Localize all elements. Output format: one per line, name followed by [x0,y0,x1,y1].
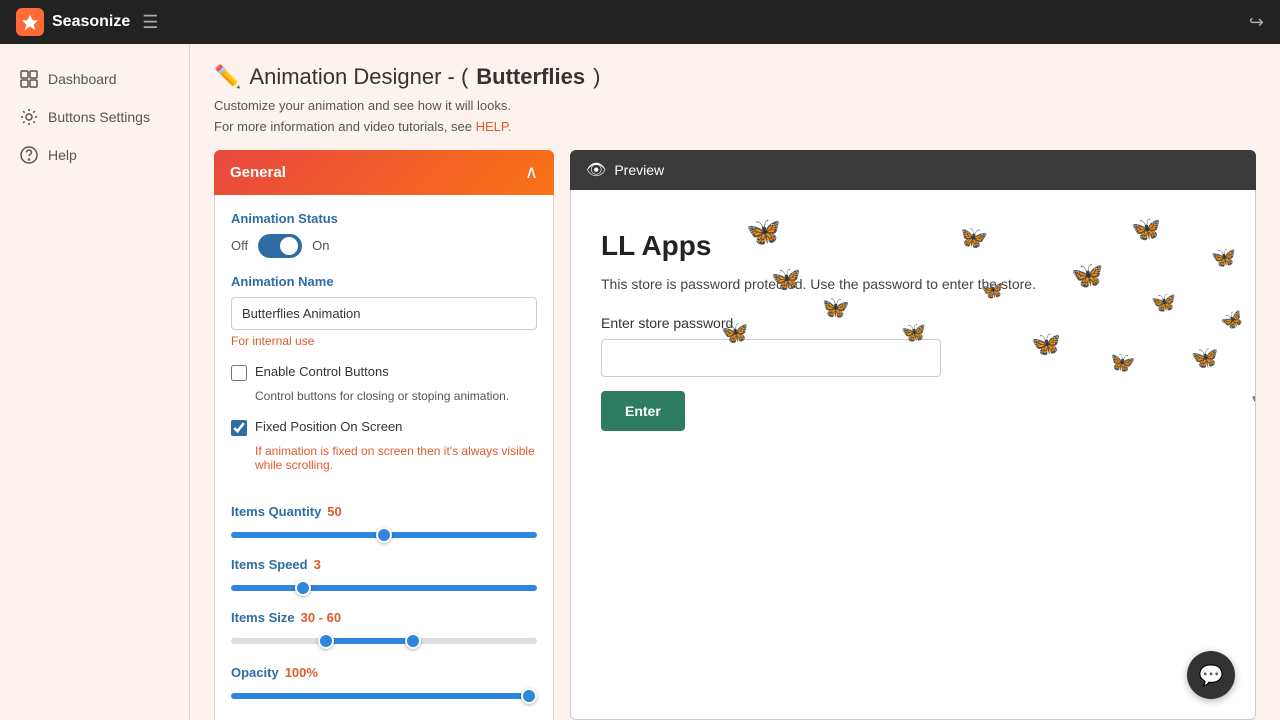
section-body: Animation Status Off On Animation Name [214,195,554,720]
preview-inner: LL Apps This store is password protected… [571,190,1255,461]
items-size-header: Items Size 30 - 60 [231,610,537,625]
fixed-position-row: Fixed Position On Screen [231,419,537,436]
sidebar-item-buttons-settings[interactable]: Buttons Settings [0,98,189,136]
animation-status-label: Animation Status [231,211,537,226]
items-quantity-label: Items Quantity [231,504,321,519]
animation-name-input[interactable] [231,297,537,330]
items-quantity-value: 50 [327,504,341,519]
sidebar-buttons-label: Buttons Settings [48,109,150,125]
logo: Seasonize [16,8,130,36]
items-size-label: Items Size [231,610,295,625]
store-title: LL Apps [601,230,1225,262]
store-description: This store is password protected. Use th… [601,274,1225,295]
settings-icon [20,108,38,126]
items-quantity-field: Items Quantity 50 [231,504,537,543]
items-size-range: 30 - 60 [301,610,342,625]
sidebar-help-label: Help [48,147,77,163]
sidebar-dashboard-label: Dashboard [48,71,117,87]
opacity-field: Opacity 100% [231,665,537,704]
menu-icon[interactable]: ☰ [142,12,158,33]
items-speed-value: 3 [314,557,321,572]
control-buttons-row: Enable Control Buttons [231,364,537,381]
items-speed-slider[interactable] [231,585,537,591]
opacity-header: Opacity 100% [231,665,537,680]
sidebar: Dashboard Buttons Settings Help [0,44,190,720]
section-title: General [230,164,286,181]
wand-icon: ✏️ [214,64,241,90]
preview-header: 👁 Preview [570,150,1256,190]
animation-toggle[interactable] [258,234,302,258]
preview-eye-icon: 👁 [586,160,606,180]
items-quantity-slider[interactable] [231,532,537,538]
topbar-left: Seasonize ☰ [16,8,158,36]
general-section-header[interactable]: General ∧ [214,150,554,195]
help-link[interactable]: HELP. [476,119,512,134]
animation-name-field: Animation Name For internal use [231,274,537,348]
items-speed-field: Items Speed 3 [231,557,537,596]
items-size-max-slider[interactable] [231,638,537,644]
password-input[interactable] [601,339,941,377]
preview-title: Preview [614,162,664,178]
opacity-value: 100% [285,665,318,680]
collapse-icon: ∧ [525,162,538,183]
exit-icon[interactable]: ↪ [1249,12,1264,33]
control-buttons-hint: Control buttons for closing or stoping a… [231,389,537,403]
opacity-label: Opacity [231,665,279,680]
animation-name-label: Animation Name [231,274,537,289]
help-icon [20,146,38,164]
animation-name-hint: For internal use [231,334,537,348]
on-label: On [312,238,329,253]
topbar: Seasonize ☰ ↪ [0,0,1280,44]
title-name: Butterflies [476,64,585,90]
items-quantity-header: Items Quantity 50 [231,504,537,519]
animation-status-row: Off On [231,234,537,258]
fixed-position-label: Fixed Position On Screen [255,419,402,434]
fixed-position-checkbox[interactable] [231,420,247,436]
enter-button[interactable]: Enter [601,391,685,431]
items-speed-label: Items Speed [231,557,308,572]
control-buttons-label: Enable Control Buttons [255,364,389,379]
items-speed-header: Items Speed 3 [231,557,537,572]
logo-svg [21,13,39,31]
password-label: Enter store password [601,315,1225,331]
chat-button[interactable]: 💬 [1187,651,1235,699]
title-suffix: ) [593,64,600,90]
main-layout: Dashboard Buttons Settings Help ✏️ Anima… [0,44,1280,720]
off-label: Off [231,238,248,253]
preview-body: LL Apps This store is password protected… [570,190,1256,720]
sidebar-item-help[interactable]: Help [0,136,189,174]
dashboard-icon [20,70,38,88]
right-panel: 👁 Preview LL Apps This store is password… [570,150,1256,720]
panels: General ∧ Animation Status Off On [214,150,1256,720]
fixed-position-hint: If animation is fixed on screen then it'… [231,444,537,472]
control-buttons-checkbox[interactable] [231,365,247,381]
title-prefix: Animation Designer - ( [249,64,468,90]
sidebar-item-dashboard[interactable]: Dashboard [0,60,189,98]
left-panel: General ∧ Animation Status Off On [214,150,554,720]
content-area: ✏️ Animation Designer - ( Butterflies ) … [190,44,1280,720]
page-header: ✏️ Animation Designer - ( Butterflies ) … [214,64,1256,138]
app-name: Seasonize [52,13,130,31]
toggle-slider [258,234,302,258]
items-size-field: Items Size 30 - 60 [231,610,537,651]
page-title: ✏️ Animation Designer - ( Butterflies ) [214,64,1256,90]
logo-icon [16,8,44,36]
opacity-slider[interactable] [231,693,537,699]
items-size-dual-slider [231,631,537,651]
page-subtitle: Customize your animation and see how it … [214,96,1256,138]
